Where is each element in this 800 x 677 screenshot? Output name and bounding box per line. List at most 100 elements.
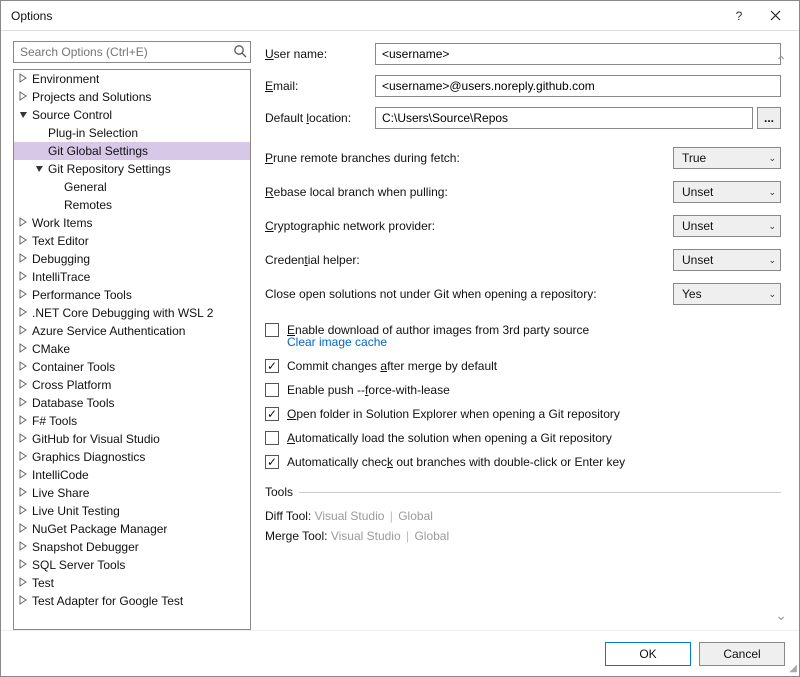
checkbox-auto-load[interactable]: [265, 431, 279, 445]
tree-item[interactable]: IntelliCode: [14, 466, 250, 484]
tree-item[interactable]: Database Tools: [14, 394, 250, 412]
ok-button[interactable]: OK: [605, 642, 691, 666]
select-close-solutions[interactable]: Yes⌄: [673, 283, 781, 305]
tree-expand-icon[interactable]: [18, 469, 30, 481]
tree-item[interactable]: NuGet Package Manager: [14, 520, 250, 538]
tree-collapse-icon[interactable]: [34, 163, 46, 175]
titlebar: Options ?: [1, 1, 799, 31]
tree-item[interactable]: Azure Service Authentication: [14, 322, 250, 340]
tree-item[interactable]: General: [14, 178, 250, 196]
tree-item[interactable]: Snapshot Debugger: [14, 538, 250, 556]
tree-expand-icon[interactable]: [18, 73, 30, 85]
tree-expand-icon[interactable]: [18, 505, 30, 517]
checkbox-force-with-lease[interactable]: [265, 383, 279, 397]
tree-item-label: Remotes: [64, 198, 112, 212]
tree-expand-icon[interactable]: [18, 559, 30, 571]
tree-item-label: IntelliCode: [32, 468, 89, 482]
checkbox-commit-after-merge[interactable]: [265, 359, 279, 373]
tree-item[interactable]: Cross Platform: [14, 376, 250, 394]
tree-expand-icon[interactable]: [18, 415, 30, 427]
close-button[interactable]: [757, 2, 793, 30]
tree-expand-icon[interactable]: [18, 343, 30, 355]
tree-expand-icon[interactable]: [18, 487, 30, 499]
merge-tool-vs[interactable]: Visual Studio: [331, 529, 401, 543]
select-crypto[interactable]: Unset⌄: [673, 215, 781, 237]
tree-item[interactable]: Live Share: [14, 484, 250, 502]
merge-tool-global[interactable]: Global: [414, 529, 449, 543]
tree-expand-icon[interactable]: [18, 325, 30, 337]
cancel-button[interactable]: Cancel: [699, 642, 785, 666]
tree-expand-icon[interactable]: [18, 379, 30, 391]
checkbox-auto-checkout[interactable]: [265, 455, 279, 469]
tree-item[interactable]: .NET Core Debugging with WSL 2: [14, 304, 250, 322]
label-open-folder: Open folder in Solution Explorer when op…: [287, 407, 620, 421]
help-button[interactable]: ?: [721, 2, 757, 30]
tree-expand-icon[interactable]: [18, 577, 30, 589]
input-email[interactable]: [375, 75, 781, 97]
select-credential[interactable]: Unset⌄: [673, 249, 781, 271]
resize-grip-icon[interactable]: ◢: [789, 663, 797, 674]
tree-expand-icon[interactable]: [18, 235, 30, 247]
tree-expand-icon[interactable]: [18, 253, 30, 265]
tree-expand-icon[interactable]: [18, 523, 30, 535]
link-clear-image-cache[interactable]: Clear image cache: [287, 335, 781, 349]
label-force-with-lease: Enable push --force-with-lease: [287, 383, 450, 397]
tree-item[interactable]: Graphics Diagnostics: [14, 448, 250, 466]
input-username[interactable]: [375, 43, 781, 65]
tree-expand-icon[interactable]: [18, 271, 30, 283]
search-input[interactable]: [13, 41, 251, 63]
tree-item[interactable]: Container Tools: [14, 358, 250, 376]
tree-item[interactable]: Test: [14, 574, 250, 592]
row-commit-after-merge: Commit changes after merge by default: [265, 359, 781, 373]
tree-item[interactable]: Test Adapter for Google Test: [14, 592, 250, 610]
tree-item[interactable]: IntelliTrace: [14, 268, 250, 286]
left-panel: Environment Projects and SolutionsSource …: [13, 41, 251, 630]
tree-expand-icon[interactable]: [18, 217, 30, 229]
tree-item[interactable]: Remotes: [14, 196, 250, 214]
tree-item[interactable]: Text Editor: [14, 232, 250, 250]
label-close-solutions: Close open solutions not under Git when …: [265, 287, 673, 301]
checkbox-open-folder[interactable]: [265, 407, 279, 421]
tree-expand-icon[interactable]: [18, 451, 30, 463]
tree-item-label: GitHub for Visual Studio: [32, 432, 160, 446]
tree-item-label: .NET Core Debugging with WSL 2: [32, 306, 213, 320]
tree-item[interactable]: Git Repository Settings: [14, 160, 250, 178]
tree-item[interactable]: Environment: [14, 70, 250, 88]
tree-item[interactable]: F# Tools: [14, 412, 250, 430]
tree-item[interactable]: Projects and Solutions: [14, 88, 250, 106]
tree-collapse-icon[interactable]: [18, 109, 30, 121]
tree-expand-icon[interactable]: [18, 289, 30, 301]
tree-expand-icon[interactable]: [18, 397, 30, 409]
tree-expand-icon[interactable]: [18, 361, 30, 373]
tree-item[interactable]: Performance Tools: [14, 286, 250, 304]
tree-item[interactable]: CMake: [14, 340, 250, 358]
select-prune[interactable]: True⌄: [673, 147, 781, 169]
browse-button[interactable]: ...: [757, 107, 781, 129]
tools-header-label: Tools: [265, 485, 293, 499]
select-rebase[interactable]: Unset⌄: [673, 181, 781, 203]
tree-item-label: Plug-in Selection: [48, 126, 138, 140]
label-rebase: Rebase local branch when pulling:: [265, 185, 673, 199]
tree-item[interactable]: GitHub for Visual Studio: [14, 430, 250, 448]
options-tree-scroll[interactable]: Environment Projects and SolutionsSource …: [14, 70, 250, 629]
row-merge-tool: Merge Tool: Visual Studio | Global: [265, 529, 781, 543]
input-default-location[interactable]: [375, 107, 753, 129]
tree-expand-icon[interactable]: [18, 541, 30, 553]
tree-item[interactable]: SQL Server Tools: [14, 556, 250, 574]
tree-expand-icon[interactable]: [18, 91, 30, 103]
tree-item-label: Performance Tools: [32, 288, 132, 302]
tree-item[interactable]: Live Unit Testing: [14, 502, 250, 520]
tree-item[interactable]: Source Control: [14, 106, 250, 124]
tree-item[interactable]: Debugging: [14, 250, 250, 268]
tree-expand-icon[interactable]: [18, 595, 30, 607]
tree-expand-icon[interactable]: [18, 307, 30, 319]
tree-item-label: Environment: [32, 72, 99, 86]
tree-expand-icon[interactable]: [18, 433, 30, 445]
diff-tool-global[interactable]: Global: [398, 509, 433, 523]
row-rebase: Rebase local branch when pulling: Unset⌄: [265, 181, 781, 203]
checkbox-enable-download[interactable]: [265, 323, 279, 337]
tree-item[interactable]: Git Global Settings: [14, 142, 250, 160]
tree-item[interactable]: Work Items: [14, 214, 250, 232]
tree-item[interactable]: Plug-in Selection: [14, 124, 250, 142]
diff-tool-vs[interactable]: Visual Studio: [315, 509, 385, 523]
